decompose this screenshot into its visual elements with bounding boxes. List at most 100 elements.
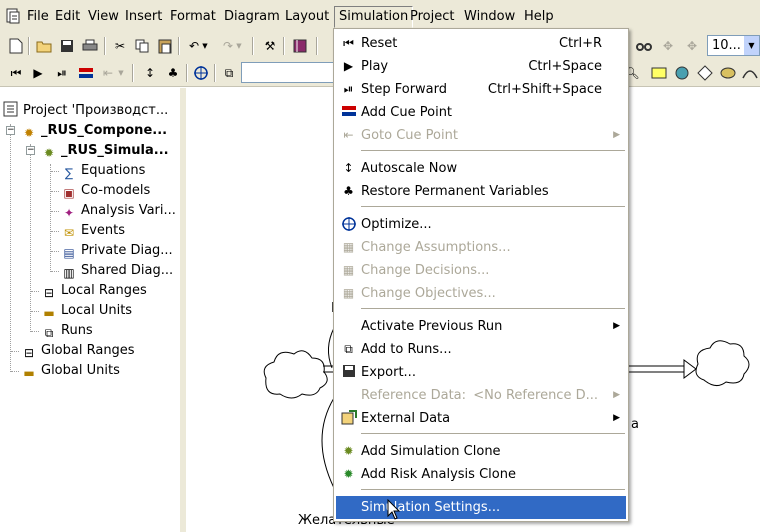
menu-help[interactable]: Help	[520, 6, 558, 28]
runs-icon: ⧉	[44, 326, 54, 340]
menu-item-add-risk-analysis-clone[interactable]: ✹ Add Risk Analysis Clone	[336, 463, 626, 486]
toolbar-separator	[132, 64, 134, 82]
menu-diagram[interactable]: Diagram	[220, 6, 284, 28]
restore-icon[interactable]: ♣	[163, 63, 183, 83]
menu-view[interactable]: View	[84, 6, 123, 28]
zoom-select[interactable]: 10... ▼	[707, 35, 760, 56]
optimize-icon[interactable]	[191, 63, 211, 83]
menu-item-optimize[interactable]: Optimize...	[336, 213, 626, 236]
ranges-icon: ⊟	[23, 346, 35, 360]
menu-item-autoscale-now[interactable]: ↕ Autoscale Now	[336, 157, 626, 180]
tree-guide-line	[30, 144, 31, 332]
find-icon[interactable]	[634, 36, 654, 56]
menu-item-step-forward[interactable]: ⏯ Step Forward Ctrl+Shift+Space	[336, 78, 626, 101]
reset-icon: ⏮	[343, 36, 354, 50]
menu-item-restore-permanent-variables[interactable]: ♣ Restore Permanent Variables	[336, 180, 626, 203]
tree-node-events[interactable]: ✉ Events	[61, 221, 125, 241]
save-icon[interactable]	[57, 36, 77, 56]
tree-label-project: Project 'Производст...	[23, 103, 169, 118]
tree-node-local-ranges[interactable]: ⊟ Local Ranges	[41, 281, 147, 301]
collapse-icon[interactable]: −	[26, 146, 35, 155]
menu-item-play[interactable]: ▶ Play Ctrl+Space	[336, 55, 626, 78]
menu-format[interactable]: Format	[166, 6, 220, 28]
ellipse-shape-icon[interactable]	[718, 63, 738, 83]
menu-item-add-to-runs[interactable]: ⧉ Add to Runs...	[336, 338, 626, 361]
open-icon[interactable]	[34, 36, 54, 56]
co-models-icon: ▣	[63, 186, 75, 200]
connector-icon[interactable]	[740, 63, 760, 83]
events-icon: ✉	[63, 226, 75, 240]
paste-icon[interactable]	[155, 36, 175, 56]
tree-node-co-models[interactable]: ▣ Co-models	[61, 181, 150, 201]
tree-label: Global Units	[41, 363, 120, 378]
tree-label: Global Ranges	[41, 343, 135, 358]
menu-item-change-decisions: ▦ Change Decisions...	[336, 259, 626, 282]
menu-insert[interactable]: Insert	[121, 6, 166, 28]
toolbar-separator	[104, 37, 106, 55]
project-tree: Project 'Производст... − ✹ _RUS_Compone..…	[0, 88, 183, 532]
menu-item-activate-previous-run[interactable]: Activate Previous Run ▶	[336, 315, 626, 338]
decisions-icon: ▦	[342, 263, 355, 277]
collapse-icon[interactable]: −	[6, 126, 15, 135]
simulation-gear-icon: ✹	[43, 146, 55, 160]
menu-file[interactable]: File	[23, 6, 53, 28]
step-forward-icon[interactable]: ⏯	[52, 63, 72, 83]
toolbar-input[interactable]	[241, 62, 337, 83]
menu-item-shortcut: Ctrl+Space	[528, 59, 602, 74]
tree-node-global-ranges[interactable]: ⊟ Global Ranges	[21, 341, 135, 361]
tools-icon[interactable]: ⚒	[260, 36, 280, 56]
copy-icon[interactable]	[132, 36, 152, 56]
undo-dropdown-icon[interactable]: ▼	[200, 36, 210, 56]
menu-item-label: Change Objectives...	[361, 286, 496, 301]
cue-point-icon[interactable]	[76, 63, 96, 83]
menu-item-add-cue-point[interactable]: Add Cue Point	[336, 101, 626, 124]
objectives-icon: ▦	[342, 286, 355, 300]
menu-separator	[361, 433, 625, 434]
tree-node-simulation[interactable]: ✹ _RUS_Simula...	[41, 141, 169, 161]
menu-item-reset[interactable]: ⏮ Reset Ctrl+R	[336, 32, 626, 55]
chevron-down-icon[interactable]: ▼	[744, 36, 759, 55]
menu-project[interactable]: Project	[406, 6, 458, 28]
tree-node-shared-diagrams[interactable]: ▥ Shared Diag...	[61, 261, 173, 281]
cut-icon[interactable]: ✂	[110, 36, 130, 56]
tree-branch	[51, 231, 59, 232]
menu-item-label: Simulation Settings...	[361, 500, 501, 515]
tree-node-component[interactable]: ✹ _RUS_Compone...	[21, 121, 167, 141]
units-icon: ▬	[43, 306, 55, 320]
menu-item-label: Restore Permanent Variables	[361, 184, 549, 199]
book-icon[interactable]	[290, 36, 310, 56]
menu-item-external-data[interactable]: External Data ▶	[336, 407, 626, 430]
tree-guide-line	[50, 164, 51, 272]
menu-edit[interactable]: Edit	[51, 6, 84, 28]
sink-cloud-icon	[695, 340, 750, 386]
new-icon[interactable]	[6, 36, 26, 56]
menu-item-export[interactable]: Export...	[336, 361, 626, 384]
tree-node-runs[interactable]: ⧉ Runs	[41, 321, 93, 341]
menu-item-simulation-settings[interactable]: Simulation Settings...	[336, 496, 626, 519]
tree-node-analysis-variables[interactable]: ✦ Analysis Vari...	[61, 201, 176, 221]
tree-guide-line	[10, 124, 11, 372]
rectangle-shape-icon[interactable]	[649, 63, 669, 83]
menu-layout[interactable]: Layout	[281, 6, 333, 28]
menu-item-label: Change Decisions...	[361, 263, 490, 278]
tree-node-local-units[interactable]: ▬ Local Units	[41, 301, 132, 321]
reset-icon[interactable]: ⏮	[6, 63, 26, 83]
tree-node-global-units[interactable]: ▬ Global Units	[21, 361, 120, 381]
toolbar-separator	[316, 37, 318, 55]
circle-shape-icon[interactable]	[672, 63, 692, 83]
print-icon[interactable]	[80, 36, 100, 56]
add-runs-icon: ⧉	[344, 342, 353, 356]
reference-data-value: <No Reference D...	[473, 388, 598, 403]
tree-branch	[51, 271, 59, 272]
menu-window[interactable]: Window	[460, 6, 519, 28]
play-icon[interactable]: ▶	[28, 63, 48, 83]
tree-node-project[interactable]: Project 'Производст...	[3, 101, 168, 121]
tree-node-equations[interactable]: ∑ Equations	[61, 161, 145, 181]
tree-label: Co-models	[81, 183, 151, 198]
tree-node-private-diagrams[interactable]: ▤ Private Diag...	[61, 241, 172, 261]
add-runs-icon[interactable]: ⧉	[219, 63, 239, 83]
diamond-shape-icon[interactable]	[695, 63, 715, 83]
autoscale-icon[interactable]: ↕	[140, 63, 160, 83]
menu-simulation[interactable]: Simulation	[334, 6, 414, 28]
menu-item-add-simulation-clone[interactable]: ✹ Add Simulation Clone	[336, 440, 626, 463]
